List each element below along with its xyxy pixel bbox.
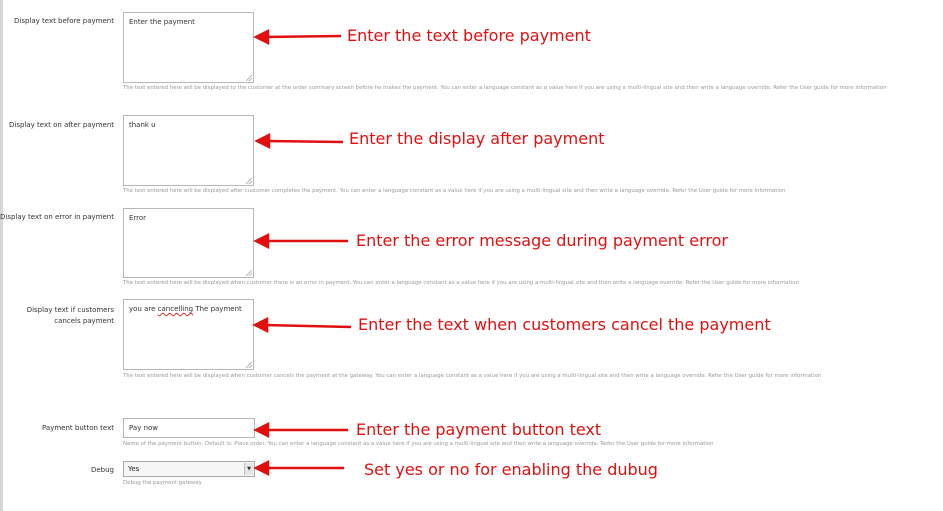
arrow-head bbox=[253, 459, 270, 477]
arrow-left-icon bbox=[263, 323, 352, 329]
arrow-head bbox=[252, 316, 269, 334]
arrow-left-icon bbox=[265, 139, 344, 144]
arrow-head bbox=[253, 28, 270, 46]
arrow-head bbox=[253, 421, 270, 439]
annotation-arrows bbox=[252, 28, 352, 477]
arrow-left-icon bbox=[263, 34, 342, 39]
arrow-head bbox=[253, 232, 270, 250]
arrow-head bbox=[254, 132, 271, 150]
